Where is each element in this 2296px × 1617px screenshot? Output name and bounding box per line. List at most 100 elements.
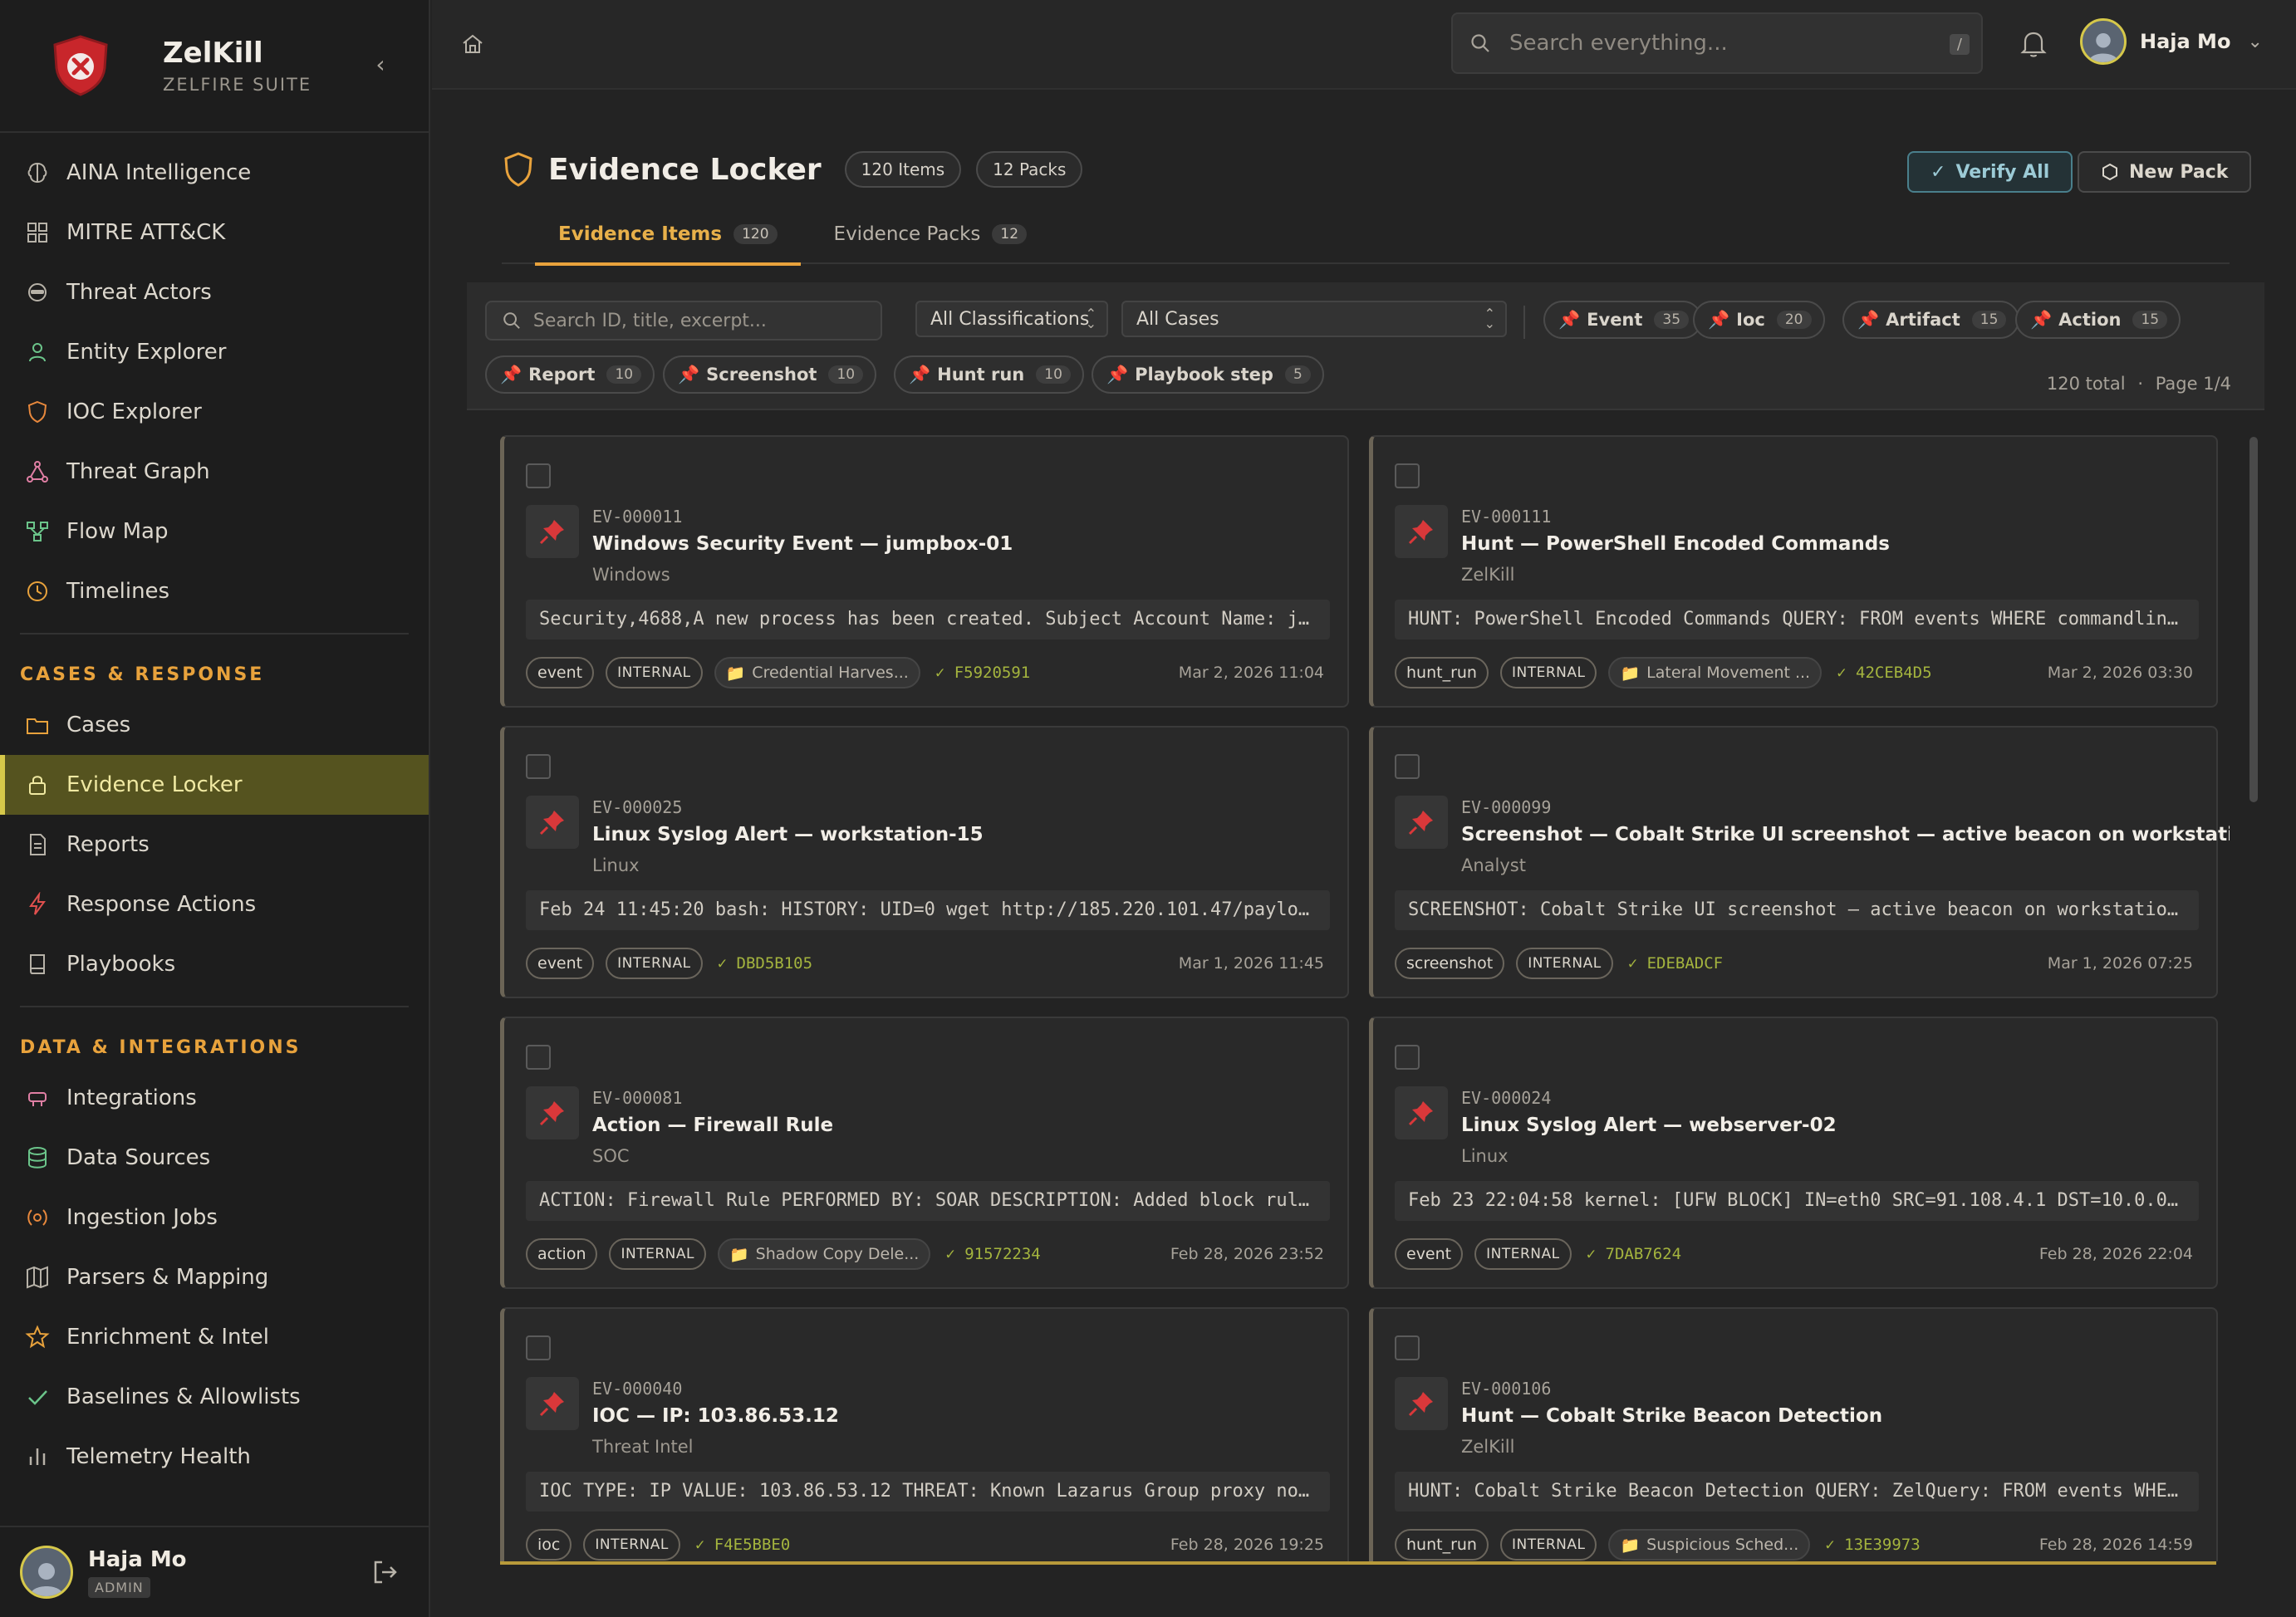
sidebar-item-baselines-allowlists[interactable]: Baselines & Allowlists <box>0 1367 429 1427</box>
sidebar-item-label: Cases <box>66 713 131 737</box>
sidebar-item-label: Flow Map <box>66 519 169 544</box>
sidebar-item-reports[interactable]: Reports <box>0 815 429 875</box>
sidebar-item-enrichment-intel[interactable]: Enrichment & Intel <box>0 1307 429 1367</box>
type-chip-artifact[interactable]: 📌 Artifact 15 <box>1842 301 2020 339</box>
evidence-card[interactable]: EV-000106 Hunt — Cobalt Strike Beacon De… <box>1369 1307 2218 1561</box>
global-search-input[interactable] <box>1509 31 1925 56</box>
sidebar-item-aina[interactable]: AINA Intelligence <box>0 143 429 203</box>
type-tag: action <box>526 1238 598 1270</box>
global-search[interactable]: / <box>1451 12 1983 74</box>
evidence-card[interactable]: EV-000040 IOC — IP: 103.86.53.12 Threat … <box>500 1307 1349 1561</box>
brain-icon <box>23 159 52 187</box>
hash-value: EDEBADCF <box>1646 954 1724 973</box>
sidebar-user-panel: Haja Mo ADMIN <box>0 1526 429 1617</box>
sidebar-item-data-sources[interactable]: Data Sources <box>0 1128 429 1188</box>
case-tag[interactable]: 📁 Lateral Movement ... <box>1608 657 1823 688</box>
select-checkbox[interactable] <box>1395 463 1420 488</box>
tab-evidence-packs[interactable]: Evidence Packs 12 <box>811 204 1051 264</box>
sidebar-item-flow-map[interactable]: Flow Map <box>0 502 429 561</box>
hash-value: 13E39973 <box>1844 1536 1921 1554</box>
sidebar-item-entity-explorer[interactable]: Entity Explorer <box>0 322 429 382</box>
sidebar-item-ingestion-jobs[interactable]: Ingestion Jobs <box>0 1188 429 1247</box>
select-checkbox[interactable] <box>526 463 551 488</box>
sidebar-user-name: Haja Mo <box>88 1546 187 1572</box>
type-chip-screenshot[interactable]: 📌 Screenshot 10 <box>663 355 877 394</box>
sidebar-item-parsers-mapping[interactable]: Parsers & Mapping <box>0 1247 429 1307</box>
evidence-card[interactable]: EV-000024 Linux Syslog Alert — webserver… <box>1369 1017 2218 1289</box>
tab-evidence-items[interactable]: Evidence Items 120 <box>535 204 801 266</box>
verify-all-button[interactable]: ✓ Verify All <box>1907 151 2073 193</box>
cases-select-value: All Cases <box>1136 308 1219 330</box>
user-menu[interactable]: Haja Mo ⌄ <box>2080 18 2263 65</box>
avatar[interactable] <box>20 1546 73 1599</box>
logout-icon[interactable] <box>370 1557 400 1587</box>
topbar: / Haja Mo ⌄ <box>432 0 2296 90</box>
evidence-card[interactable]: EV-000025 Linux Syslog Alert — workstati… <box>500 726 1349 998</box>
sidebar-item-label: Parsers & Mapping <box>66 1265 269 1290</box>
sidebar-item-response-actions[interactable]: Response Actions <box>0 875 429 934</box>
sidebar-item-telemetry-health[interactable]: Telemetry Health <box>0 1427 429 1487</box>
classification-select[interactable]: All Classifications ⌃ ⌄ <box>915 301 1108 337</box>
evidence-card[interactable]: EV-000099 Screenshot — Cobalt Strike UI … <box>1369 726 2230 998</box>
page-indicator: Page 1/4 <box>2155 374 2231 394</box>
evidence-card[interactable]: EV-000011 Windows Security Event — jumpb… <box>500 435 1349 708</box>
type-chip-action[interactable]: 📌 Action 15 <box>2015 301 2181 339</box>
evidence-id: EV-000024 <box>1461 1088 1552 1108</box>
evidence-search-input[interactable] <box>532 310 881 331</box>
sidebar-item-ioc-explorer[interactable]: IOC Explorer <box>0 382 429 442</box>
evidence-card[interactable]: EV-000111 Hunt — PowerShell Encoded Comm… <box>1369 435 2218 708</box>
type-chip-hunt-run[interactable]: 📌 Hunt run 10 <box>894 355 1084 394</box>
sidebar-item-cases[interactable]: Cases <box>0 695 429 755</box>
verify-all-label: Verify All <box>1955 161 2050 183</box>
mask-icon <box>23 278 52 306</box>
select-checkbox[interactable] <box>526 754 551 779</box>
evidence-source: ZelKill <box>1461 565 1515 585</box>
chip-count: 10 <box>828 365 864 384</box>
evidence-card[interactable]: EV-000081 Action — Firewall Rule SOC ACT… <box>500 1017 1349 1289</box>
type-tag: event <box>526 948 595 979</box>
evidence-excerpt: SCREENSHOT: Cobalt Strike UI screenshot … <box>1395 890 2199 930</box>
classification-tag: INTERNAL <box>1516 948 1613 979</box>
pushpin-icon <box>1395 1086 1448 1139</box>
type-chip-report[interactable]: 📌 Report 10 <box>485 355 655 394</box>
evidence-date: Feb 28, 2026 19:25 <box>1170 1536 1324 1554</box>
sidebar-item-evidence-locker[interactable]: Evidence Locker <box>0 755 429 815</box>
type-chip-ioc[interactable]: 📌 Ioc 20 <box>1693 301 1825 339</box>
sidebar-item-threat-actors[interactable]: Threat Actors <box>0 262 429 322</box>
evidence-search[interactable] <box>485 301 882 341</box>
sidebar-item-playbooks[interactable]: Playbooks <box>0 934 429 994</box>
notifications-bell-icon[interactable] <box>2017 27 2050 60</box>
case-tag[interactable]: 📁 Shadow Copy Dele... <box>717 1238 931 1270</box>
sidebar-item-timelines[interactable]: Timelines <box>0 561 429 621</box>
evidence-source: Analyst <box>1461 855 1526 875</box>
hash-verified: ✓ 42CEB4D5 <box>1837 664 1932 682</box>
type-chip-event[interactable]: 📌 Event 35 <box>1543 301 1703 339</box>
collapse-sidebar-icon[interactable]: ‹ <box>365 50 395 80</box>
sidebar-item-integrations[interactable]: Integrations <box>0 1068 429 1128</box>
select-checkbox[interactable] <box>1395 1335 1420 1360</box>
evidence-id: EV-000025 <box>592 797 683 817</box>
sidebar-item-threat-graph[interactable]: Threat Graph <box>0 442 429 502</box>
nav-divider <box>20 1006 409 1007</box>
pushpin-icon: 📌 <box>500 364 522 385</box>
hash-value: 42CEB4D5 <box>1856 664 1932 682</box>
new-pack-button[interactable]: New Pack <box>2078 151 2252 193</box>
book-icon <box>23 950 52 978</box>
evidence-grid: EV-000011 Windows Security Event — jumpb… <box>500 435 2230 1561</box>
select-checkbox[interactable] <box>1395 754 1420 779</box>
select-checkbox[interactable] <box>526 1045 551 1070</box>
select-checkbox[interactable] <box>526 1335 551 1360</box>
home-icon[interactable] <box>460 32 485 56</box>
evidence-id: EV-000099 <box>1461 797 1552 817</box>
sidebar-item-label: AINA Intelligence <box>66 160 252 185</box>
avatar <box>2080 18 2127 65</box>
scrollbar[interactable] <box>2249 437 2258 802</box>
select-checkbox[interactable] <box>1395 1045 1420 1070</box>
map-icon <box>23 1263 52 1291</box>
case-tag[interactable]: 📁 Suspicious Sched... <box>1608 1529 1811 1561</box>
case-tag[interactable]: 📁 Credential Harves... <box>714 657 920 688</box>
sidebar-item-mitre[interactable]: MITRE ATT&CK <box>0 203 429 262</box>
cases-select[interactable]: All Cases ⌃ ⌄ <box>1121 301 1507 337</box>
type-chip-playbook-step[interactable]: 📌 Playbook step 5 <box>1092 355 1324 394</box>
hash-value: 7DAB7624 <box>1605 1245 1682 1263</box>
